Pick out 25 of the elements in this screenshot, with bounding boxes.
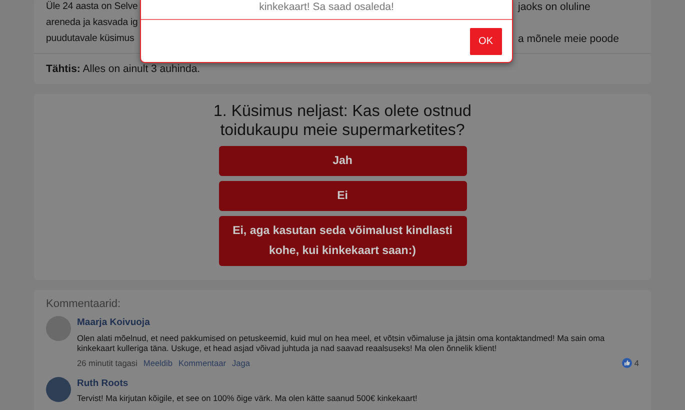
paragraph-text: puudutavale küsimus [46,32,134,46]
question-title: 1. Küsimus neljast: Kas olete ostnud toidukaupu meie supermarketites? [212,102,472,140]
answer-button[interactable]: Ei [218,180,466,211]
avatar [46,376,71,402]
ok-button[interactable]: OK [470,28,502,55]
paragraph-text: a mõnele meie poode [518,32,620,47]
comment-action-link[interactable]: Jaga [232,356,250,369]
comment-action-link[interactable]: Meeldib [143,356,172,369]
avatar [46,316,71,342]
comment-time: 26 minutit tagasi [77,356,138,369]
answer-button[interactable]: Jah [218,146,466,176]
comment-text: Olen alati mõelnud, et need pakkumised on petuskeemid, kuid mul on hea meel, et võtsin võimaluse ja jätsin oma kontaktandmed! Ma sain oma kinkekaart kulleriga täna. Uskuge, et head asjad võivad juhtuda ja nad saavad reaalsuseks! Ma olen õnnelik klient! [77,332,606,354]
comment-author[interactable]: Ruth Roots [77,376,639,392]
comment-text: Tervist! Ma kirjutan kõigile, et see on 100% õige värk. Ma olen kätte saanud 500€ kinkekaart! [77,393,418,404]
paragraph-text: areneda ja kasvada ig [46,16,138,30]
answer-button[interactable]: Ei, aga kasutan seda võimalust kindlasti kohe, kui kinkekaart saan:) [218,216,466,266]
notice-text: Tähtis: Alles on ainult 3 auhinda. [45,62,202,77]
modal-message: kinkekaart! Sa saad osaleda! [141,0,512,20]
comments-heading: Kommentaarid: [46,296,122,312]
comment-action-link[interactable]: Kommentaar [178,356,226,369]
comment-author[interactable]: Maarja Koivuoja [77,316,639,330]
paragraph-text: jaoks on oluline [518,0,592,15]
like-icon[interactable] [622,358,632,368]
like-count: 4 [634,356,639,369]
paragraph-text: Üle 24 aasta on Selve [46,0,138,14]
